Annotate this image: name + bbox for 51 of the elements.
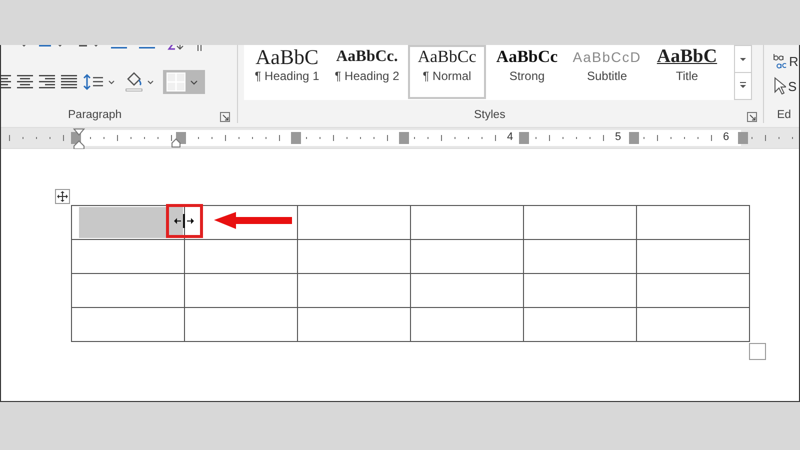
table-cell[interactable]	[72, 308, 185, 342]
table-cell[interactable]	[411, 308, 524, 342]
replace-icon[interactable]	[773, 53, 787, 69]
table-cell[interactable]	[298, 240, 411, 274]
table-cell[interactable]	[185, 308, 298, 342]
cursor-icon[interactable]	[774, 77, 786, 95]
table-cell[interactable]	[185, 240, 298, 274]
dialog-launcher-icon[interactable]	[220, 112, 230, 122]
style-item[interactable]: AaBbCc. ¶ Heading 2	[328, 45, 406, 99]
table-cell[interactable]	[411, 274, 524, 308]
highlight-box	[166, 204, 203, 238]
resize-handle-icon[interactable]	[749, 343, 766, 360]
select-label[interactable]: S	[788, 78, 797, 94]
group-label: Styles	[474, 109, 506, 121]
table-cell[interactable]	[637, 274, 750, 308]
style-item[interactable]: AaBbC Title	[648, 45, 726, 99]
table-cell[interactable]	[637, 308, 750, 342]
table-cell[interactable]	[72, 240, 185, 274]
table-cell[interactable]	[524, 240, 637, 274]
table-cell[interactable]	[185, 274, 298, 308]
table-cell[interactable]	[411, 206, 524, 240]
move-handle-icon[interactable]	[55, 189, 70, 204]
table-cell[interactable]	[524, 206, 637, 240]
style-item[interactable]: AaBbC ¶ Heading 1	[248, 45, 326, 99]
ruler-number: 4	[506, 131, 514, 143]
style-item[interactable]: AaBbCc ¶ Normal	[408, 45, 486, 99]
justify-icon[interactable]	[61, 73, 77, 91]
table-cell[interactable]	[637, 206, 750, 240]
table-cell[interactable]	[72, 274, 185, 308]
style-item[interactable]: AaBbCc Strong	[488, 45, 566, 99]
dialog-launcher-icon[interactable]	[747, 112, 757, 122]
style-item[interactable]: AaBbCcD Subtitle	[568, 45, 646, 99]
table-cell[interactable]	[524, 308, 637, 342]
ruler-number: 5	[614, 131, 622, 143]
group-label: Ed	[777, 109, 792, 121]
table-cell[interactable]	[411, 240, 524, 274]
resize-cursor-icon	[174, 214, 194, 228]
group-label: Paragraph	[68, 109, 122, 121]
table-cell[interactable]	[524, 274, 637, 308]
indent-marker-icon[interactable]	[73, 128, 85, 150]
replace-label[interactable]: R	[789, 54, 798, 68]
table-cell[interactable]	[298, 206, 411, 240]
table-cell[interactable]	[298, 308, 411, 342]
table-cell[interactable]	[298, 274, 411, 308]
table-cell[interactable]	[72, 206, 185, 240]
align-right-icon[interactable]	[39, 73, 55, 91]
table-cell[interactable]	[637, 240, 750, 274]
align-center-icon[interactable]	[17, 73, 33, 91]
ruler-number: 6	[722, 131, 730, 143]
line-spacing-icon[interactable]	[83, 72, 117, 92]
align-left-icon[interactable]	[1, 73, 11, 91]
